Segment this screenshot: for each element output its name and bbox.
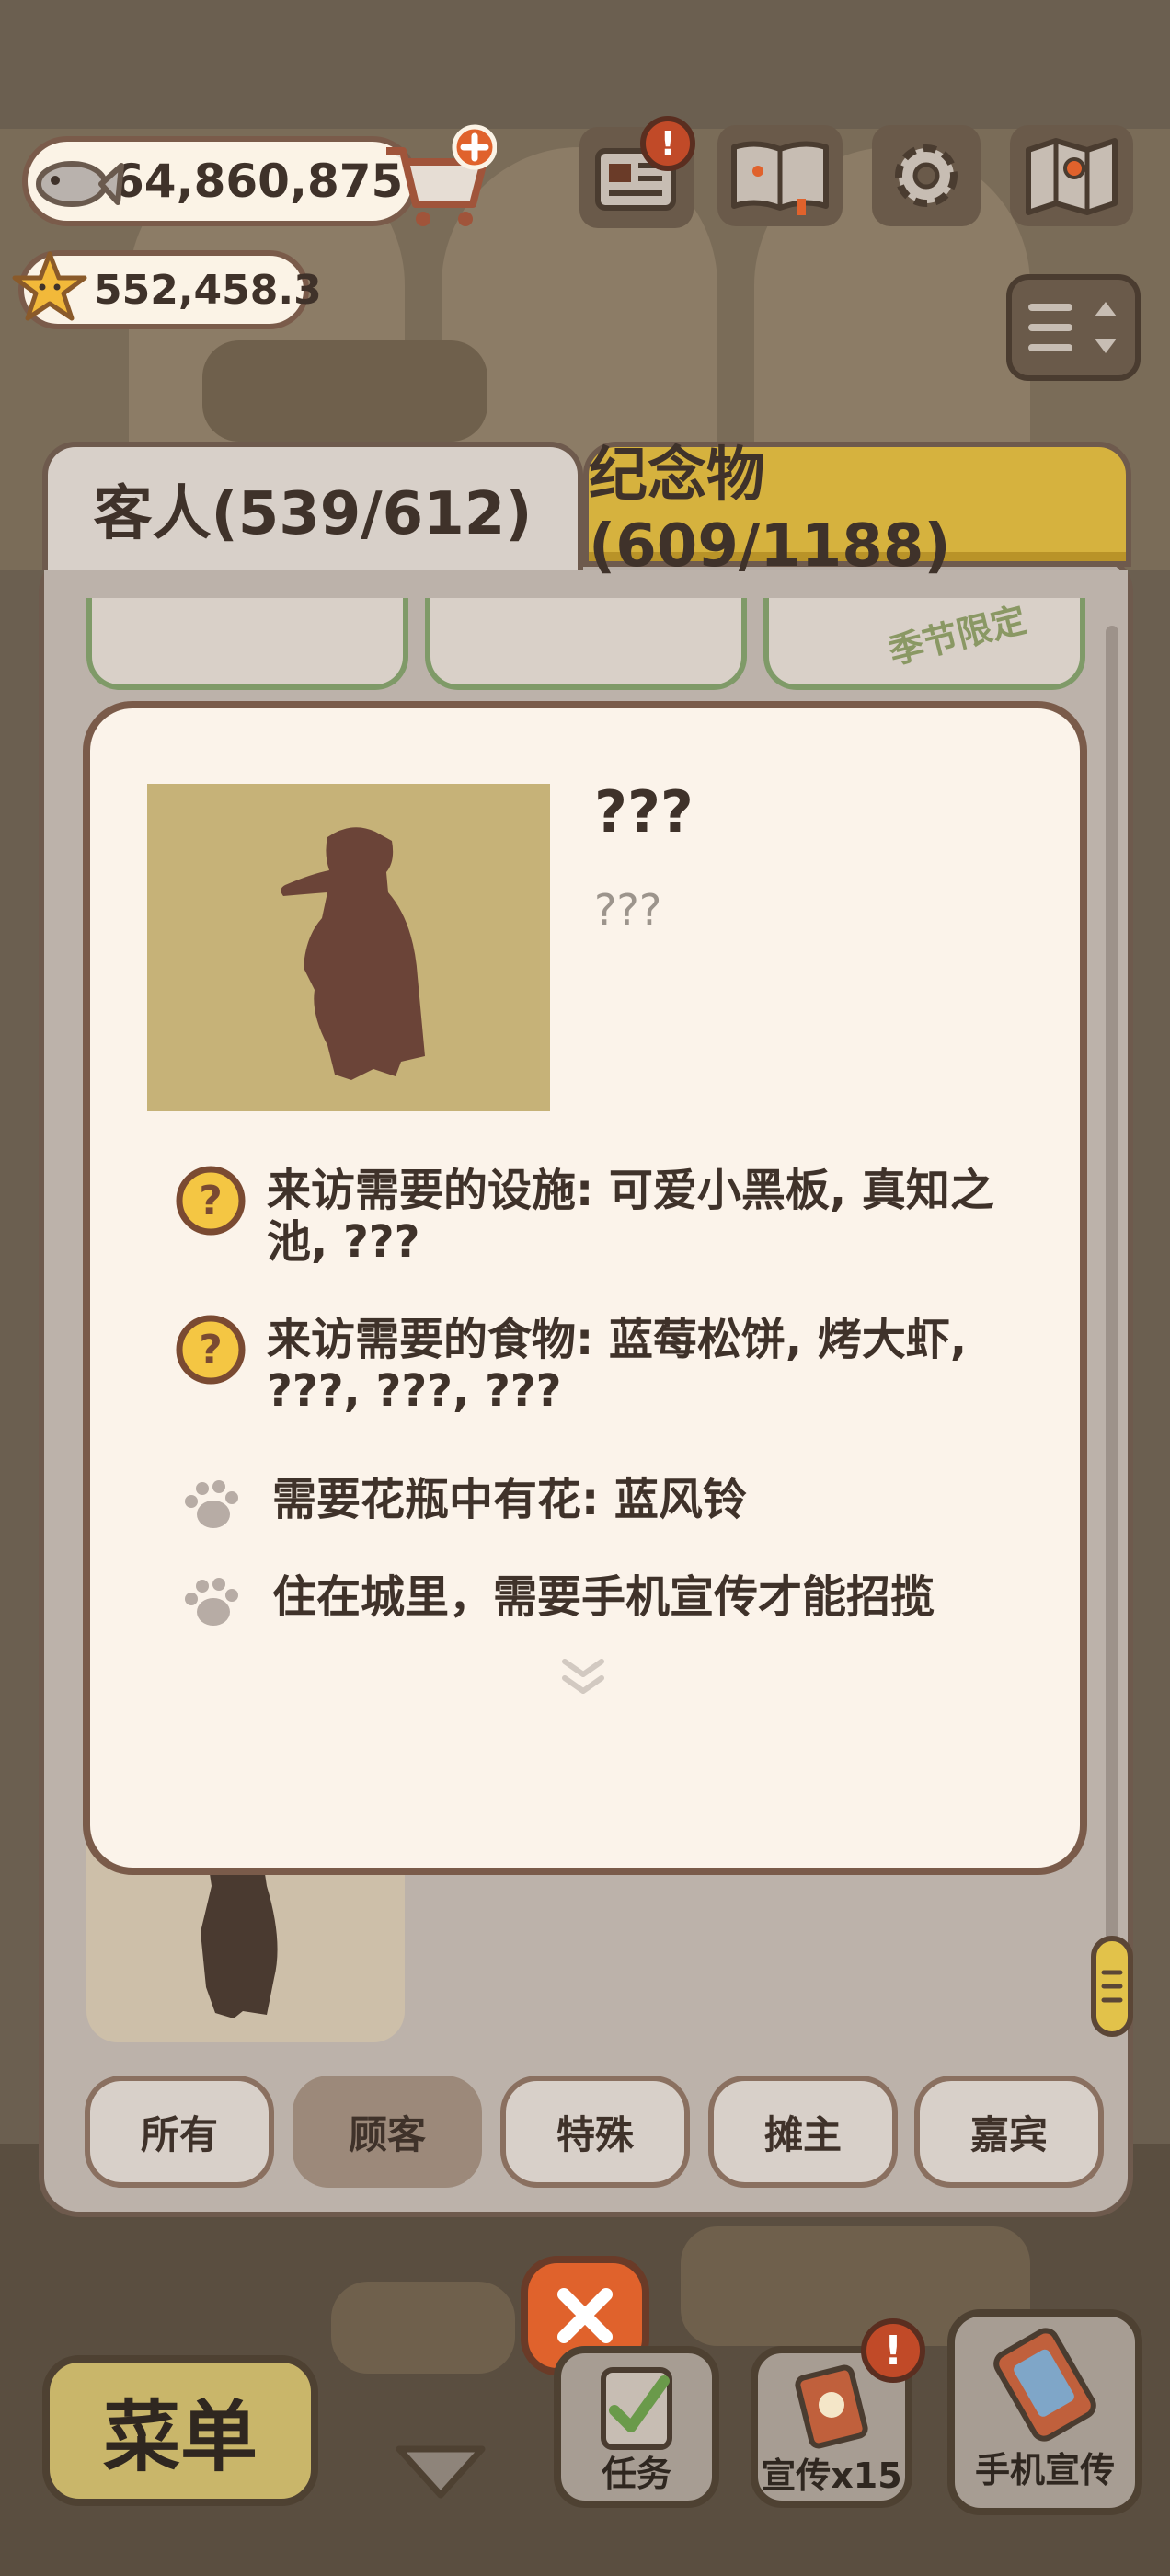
tab-souvenirs[interactable]: 纪念物(609/1188) [583, 442, 1131, 581]
requirement-flower: 需要花瓶中有花: 蓝风铃 [175, 1474, 1030, 1535]
filter-customer-label: 顾客 [348, 2111, 426, 2157]
requirement-food-text: 来访需要的食物: 蓝莓松饼, 烤大虾, ???, ???, ??? [267, 1314, 968, 1417]
promote-label: 宣传x15 [761, 2455, 902, 2496]
scene-shop-sign [202, 340, 488, 442]
paw-icon [185, 1480, 238, 1528]
filter-customer[interactable]: 顾客 [292, 2076, 482, 2188]
requirement-facility: ? 来访需要的设施: 可爱小黑板, 真知之池, ??? [175, 1165, 1030, 1268]
shop-cart-button[interactable] [377, 123, 497, 234]
tasks-label: 任务 [601, 2454, 671, 2494]
map-icon [1026, 138, 1118, 215]
paw-icon [185, 1578, 238, 1626]
promote-alert-badge: ! [861, 2318, 925, 2383]
filter-all-label: 所有 [140, 2111, 218, 2157]
guest-name: ??? [594, 778, 694, 845]
gear-icon [895, 144, 958, 207]
star-currency-value: 552,458.3 [94, 266, 322, 314]
guest-portrait [147, 784, 550, 1111]
phone-icon [993, 2328, 1096, 2442]
tab-guests[interactable]: 客人(539/612) [42, 442, 583, 570]
grip-icon [1101, 1970, 1123, 2003]
filter-vendor[interactable]: 摊主 [708, 2076, 898, 2188]
fish-currency-value: 64,860,875 [112, 155, 404, 208]
sort-icon [1028, 302, 1117, 353]
guest-card[interactable] [86, 598, 408, 690]
chevron-double-down-icon[interactable] [557, 1656, 609, 1696]
menu-button[interactable]: 菜单 [42, 2355, 318, 2506]
menu-button-label: 菜单 [102, 2391, 258, 2482]
sort-filter-button[interactable] [1006, 274, 1141, 381]
book-icon [731, 141, 829, 215]
filter-vendor-label: 摊主 [763, 2111, 842, 2157]
svg-text:?: ? [199, 1178, 223, 1225]
question-icon: ? [176, 1315, 246, 1385]
newspaper-alert-badge: ! [640, 116, 695, 171]
requirement-facility-text: 来访需要的设施: 可爱小黑板, 真知之池, ??? [267, 1165, 994, 1268]
filter-guest-label: 嘉宾 [969, 2111, 1048, 2157]
scrollbar-thumb[interactable] [1091, 1936, 1133, 2037]
filter-special[interactable]: 特殊 [500, 2076, 690, 2188]
scene-sign [331, 2282, 515, 2374]
guest-card[interactable] [425, 598, 747, 690]
requirement-food: ? 来访需要的食物: 蓝莓松饼, 烤大虾, ???, ???, ??? [175, 1314, 1030, 1417]
filter-guest[interactable]: 嘉宾 [914, 2076, 1104, 2188]
unknown-guest-silhouette-icon [281, 827, 425, 1080]
question-icon: ? [176, 1166, 246, 1236]
tab-guests-label: 客人(539/612) [93, 480, 533, 548]
settings-button[interactable] [872, 125, 981, 226]
phone-promote-label: 手机宣传 [974, 2450, 1115, 2490]
requirement-city-text: 住在城里，需要手机宣传才能招揽 [272, 1571, 935, 1623]
fish-icon [36, 161, 124, 207]
close-icon [557, 2288, 613, 2343]
star-icon [12, 251, 87, 321]
guest-description: ??? [594, 885, 662, 935]
filter-special-label: 特殊 [556, 2111, 634, 2157]
requirement-city: 住在城里，需要手机宣传才能招揽 [175, 1571, 1030, 1632]
guestbook-button[interactable] [717, 125, 843, 226]
tab-souvenirs-label: 纪念物(609/1188) [589, 442, 951, 581]
requirement-flower-text: 需要花瓶中有花: 蓝风铃 [272, 1474, 747, 1525]
filter-all[interactable]: 所有 [85, 2076, 274, 2188]
map-button[interactable] [1010, 125, 1133, 226]
scrollbar-track[interactable] [1106, 626, 1118, 1950]
chevron-down-icon[interactable] [390, 2438, 491, 2504]
svg-text:?: ? [199, 1327, 223, 1374]
